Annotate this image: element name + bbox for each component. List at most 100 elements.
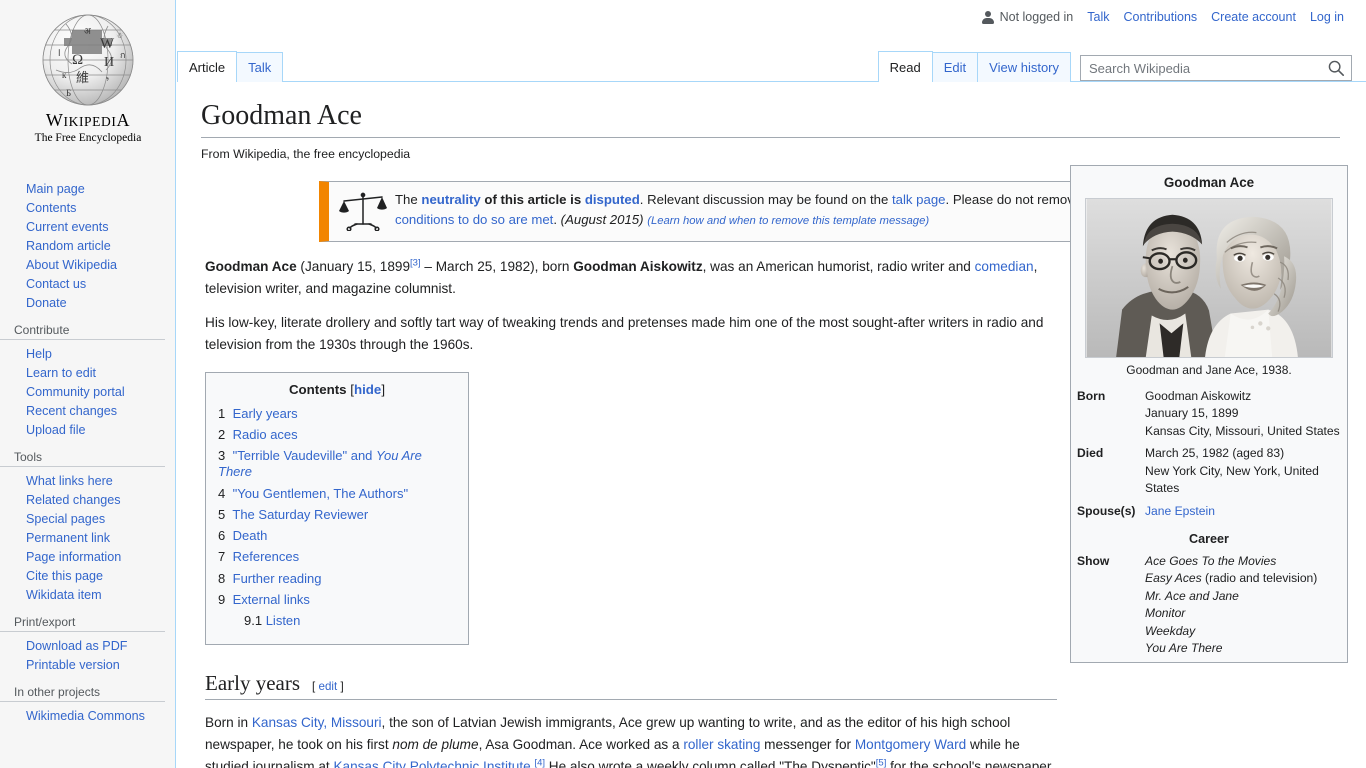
namespace-tabs: Article Talk [177, 46, 284, 82]
lead-text-c: , was an American humorist, radio writer… [702, 259, 975, 274]
link-roller-skating[interactable]: roller skating [683, 737, 760, 752]
show-item-3: Mr. Ace and Jane [1145, 588, 1239, 603]
svg-text:W: W [100, 36, 115, 52]
toc-item-4[interactable]: 4 "You Gentlemen, The Authors" [218, 483, 456, 504]
link-kansas-city-missouri[interactable]: Kansas City, Missouri [252, 715, 382, 730]
toc-hide-toggle[interactable]: hide [354, 382, 381, 397]
sidebar-item-related-changes[interactable]: Related changes [0, 489, 175, 508]
sidebar-item-printable-version[interactable]: Printable version [0, 654, 175, 673]
tab-view-history[interactable]: View history [977, 52, 1071, 82]
svg-text:अ: अ [84, 26, 92, 36]
link-neutrality[interactable]: neutrality [421, 192, 480, 207]
show-item-5: Weekday [1145, 623, 1196, 638]
sidebar-item-upload-file[interactable]: Upload file [0, 419, 175, 438]
sidebar-item-what-links-here[interactable]: What links here [0, 470, 175, 489]
personal-link-talk[interactable]: Talk [1087, 10, 1109, 24]
svg-text:ا: ا [58, 48, 61, 58]
sidebar-item-recent-changes[interactable]: Recent changes [0, 400, 175, 419]
sidebar-item-page-information[interactable]: Page information [0, 546, 175, 565]
toc-item-3[interactable]: 3 "Terrible Vaudeville" and You Are Ther… [218, 446, 456, 484]
link-jane-epstein[interactable]: Jane Epstein [1145, 504, 1215, 518]
table-of-contents: Contents [hide] 1 Early years 2 Radio ac… [205, 372, 469, 645]
infobox-title: Goodman Ace [1163, 175, 1255, 190]
sidebar-item-help[interactable]: Help [0, 343, 175, 362]
sec-text-d: messenger for [760, 736, 855, 752]
sidebar-item-download-as-pdf[interactable]: Download as PDF [0, 635, 175, 654]
sidebar-item-contents[interactable]: Contents [0, 197, 175, 216]
reference-5[interactable]: [5] [876, 757, 887, 768]
tab-talk[interactable]: Talk [236, 52, 284, 82]
reference-3[interactable]: [3] [410, 257, 421, 268]
edit-link[interactable]: edit [319, 680, 338, 693]
not-logged-in-status: Not logged in [982, 10, 1073, 24]
link-talk-page[interactable]: talk page [892, 192, 946, 207]
toc-item-8[interactable]: 8 Further reading [218, 568, 456, 589]
sidebar-portal-print-export: Print/export Download as PDF Printable v… [0, 615, 175, 673]
sidebar-item-main-page[interactable]: Main page [0, 178, 175, 197]
born-name: Goodman Aiskowitz [1145, 388, 1252, 403]
sidebar-item-donate[interactable]: Donate [0, 292, 175, 311]
infobox-label-show: Show [1077, 553, 1110, 568]
toc-item-9[interactable]: 9 External links [218, 589, 456, 610]
toc-item-6[interactable]: 6 Death [218, 526, 456, 547]
page-title: Goodman Ace [201, 98, 1340, 138]
link-kansas-city-polytechnic-institute[interactable]: Kansas City Polytechnic Institute [333, 759, 530, 768]
personal-link-create-account[interactable]: Create account [1211, 10, 1296, 24]
tab-read[interactable]: Read [877, 51, 933, 82]
infobox: Goodman Ace Goodman and Jane Ace, 1938. … [1070, 165, 1348, 663]
toc-item-2[interactable]: 2 Radio aces [218, 424, 456, 445]
view-tabs: Read Edit View history [877, 46, 1366, 82]
sec-text-g: He also wrote a weekly column called "Th… [545, 758, 876, 768]
sidebar-item-random-article[interactable]: Random article [0, 235, 175, 254]
search-input[interactable] [1080, 55, 1352, 81]
tab-edit[interactable]: Edit [931, 52, 979, 82]
personal-link-log-in[interactable]: Log in [1310, 10, 1344, 24]
sidebar-item-special-pages[interactable]: Special pages [0, 508, 175, 527]
sec-text-a: Born in [205, 714, 252, 730]
svg-text:י: י [106, 73, 109, 87]
subject-name-bold: Goodman Ace [205, 259, 297, 274]
section-heading-early-years: Early years [ edit ] [205, 671, 1057, 700]
sidebar-item-learn-to-edit[interactable]: Learn to edit [0, 362, 175, 381]
toc-item-5[interactable]: 5 The Saturday Reviewer [218, 504, 456, 525]
search-icon[interactable] [1327, 59, 1345, 77]
sidebar-portal-tools: Tools What links here Related changes Sp… [0, 450, 175, 603]
wikipedia-wordmark: WIKIPEDIA [45, 110, 131, 130]
infobox-label-died: Died [1077, 446, 1104, 461]
sidebar-item-permanent-link[interactable]: Permanent link [0, 527, 175, 546]
edit-section-link: [ edit ] [312, 679, 344, 693]
toc-item-7[interactable]: 7 References [218, 547, 456, 568]
sidebar-navigation: Main page Contents Current events Random… [0, 160, 175, 724]
infobox-label-born: Born [1077, 388, 1106, 403]
sidebar-heading-print-export: Print/export [0, 615, 165, 632]
svg-text:Ω: Ω [72, 52, 83, 68]
tab-article[interactable]: Article [177, 51, 238, 82]
sidebar-item-wikimedia-commons[interactable]: Wikimedia Commons [0, 705, 175, 724]
wikipedia-logo[interactable]: W Ω И 維 י ا ก к अ ☃ Б WIKIPEDIA The Free… [0, 0, 176, 160]
ambox-learn-more[interactable]: (Learn how and when to remove this templ… [647, 215, 929, 227]
link-conditions[interactable]: conditions to do so are met [395, 212, 553, 227]
born-date: January 15, 1899 [1145, 406, 1239, 421]
sidebar-heading-tools: Tools [0, 450, 165, 467]
sidebar-item-about-wikipedia[interactable]: About Wikipedia [0, 254, 175, 273]
sidebar-item-cite-this-page[interactable]: Cite this page [0, 565, 175, 584]
sidebar-item-current-events[interactable]: Current events [0, 216, 175, 235]
link-montgomery-ward[interactable]: Montgomery Ward [855, 737, 966, 752]
infobox-header-career: Career [1189, 531, 1229, 546]
toc-item-9-1[interactable]: 9.1 Listen [218, 611, 456, 632]
sidebar-item-wikidata-item[interactable]: Wikidata item [0, 584, 175, 603]
link-disputed[interactable]: disputed [585, 192, 640, 207]
goodman-and-jane-ace-portrait[interactable] [1085, 198, 1333, 359]
toc-item-1[interactable]: 1 Early years [218, 403, 456, 424]
personal-tools-bar: Not logged in Talk Contributions Create … [982, 0, 1366, 34]
reference-4[interactable]: [4] [534, 757, 545, 768]
died-date: March 25, 1982 (aged 83) [1145, 446, 1285, 461]
personal-link-contributions[interactable]: Contributions [1124, 10, 1198, 24]
svg-text:к: к [62, 70, 67, 80]
link-comedian[interactable]: comedian [975, 259, 1034, 274]
sidebar-item-community-portal[interactable]: Community portal [0, 381, 175, 400]
lead-text-a: (January 15, 1899 [296, 259, 411, 274]
show-item-1: Ace Goes To the Movies [1145, 553, 1277, 568]
infobox-label-spouse: Spouse(s) [1077, 504, 1136, 519]
sidebar-item-contact-us[interactable]: Contact us [0, 273, 175, 292]
